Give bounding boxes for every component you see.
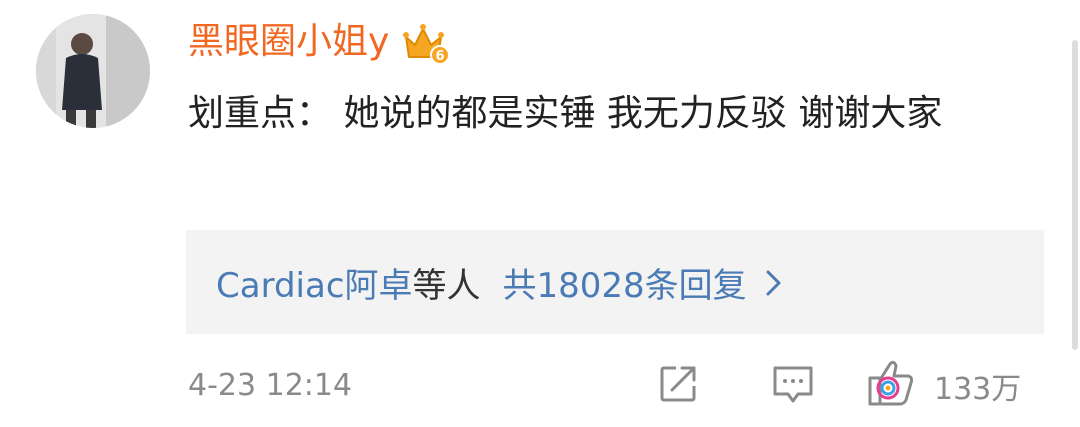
vip-level-label: 6 [436, 49, 445, 64]
replies-link[interactable]: Cardiac阿卓 等人 共18028条回复 [186, 230, 1044, 334]
comment-button[interactable] [770, 362, 818, 410]
username[interactable]: 黑眼圈小姐y [188, 24, 389, 60]
reply-total[interactable]: 共18028条回复 [503, 258, 747, 307]
reply-names-suffix: 等人 [412, 265, 481, 306]
like-count: 133万 [934, 372, 1022, 407]
chevron-right-icon [765, 267, 783, 297]
like-icon [858, 356, 926, 416]
like-button[interactable]: 133万 [858, 360, 1022, 410]
avatar-image [36, 14, 150, 128]
share-button[interactable] [656, 362, 704, 410]
timestamp: 4-23 12:14 [188, 368, 353, 403]
reply-names[interactable]: Cardiac阿卓 [216, 258, 413, 307]
comment-text: 划重点： 她说的都是实锤 我无力反驳 谢谢大家 [188, 93, 943, 134]
scrollbar[interactable] [1072, 40, 1078, 350]
username-row: 黑眼圈小姐y 6 [188, 12, 451, 72]
vip-crown-icon[interactable]: 6 [401, 19, 451, 65]
share-icon [656, 362, 700, 410]
avatar[interactable] [36, 14, 150, 128]
comment-icon [770, 362, 816, 410]
